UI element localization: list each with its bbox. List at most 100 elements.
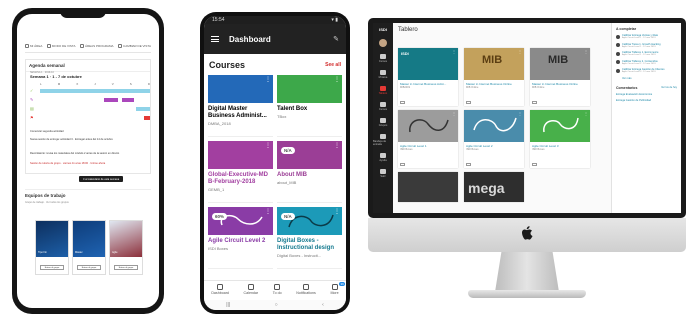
course-card[interactable]: ⋮ Talent Box TBox (277, 75, 342, 137)
course-tile[interactable]: MIB ⋮ Master in Internet Business Online … (464, 48, 524, 106)
course-tile[interactable] (398, 172, 458, 202)
announcement-icon[interactable] (466, 163, 471, 166)
sidebar-label: Salir (380, 175, 386, 178)
more-vert-icon[interactable]: ⋮ (452, 111, 456, 116)
course-image: N/A ⋮ (277, 207, 342, 235)
more-vert-icon[interactable]: ⋮ (265, 77, 271, 83)
event-bar[interactable] (136, 107, 150, 111)
course-card[interactable]: ⋮ Digital Master Business Administ... DM… (208, 75, 273, 137)
announcement-icon[interactable] (532, 163, 537, 166)
announcement-icon[interactable] (532, 101, 537, 104)
course-image: MIB ⋮ (464, 48, 524, 80)
join-group-button[interactable]: Entrar al grupo (114, 265, 138, 270)
more-vert-icon[interactable]: ⋮ (584, 49, 588, 54)
course-tile[interactable]: ⋮ Agile Circuit Level 3 ISDI Boxes (530, 110, 590, 168)
tab-view-mode[interactable]: MODO DE VISTA (46, 44, 75, 48)
tab-program-areas[interactable]: ÁREAS PROGRAMA (80, 44, 114, 48)
nav-notifications[interactable]: Notifications (296, 281, 316, 300)
course-tile[interactable]: ISDI ⋮ Master in Internet Business Admi..… (398, 48, 458, 106)
todo-item[interactable]: Calificar Tarea 1. Growth Hacking Agile C… (616, 43, 677, 49)
sidebar-item-groups[interactable]: Grupos (379, 118, 387, 127)
sidebar-item-inbox[interactable]: Bandeja de entrada (373, 134, 393, 146)
more-vert-icon[interactable]: ⋮ (584, 111, 588, 116)
sidebar-label: Cursos (378, 60, 388, 63)
announcement-icon[interactable] (400, 101, 405, 104)
course-card[interactable]: N/A ⋮ About MIB about_MIB (277, 141, 342, 203)
join-group-button[interactable]: Entrar al grupo (77, 265, 101, 270)
system-nav-bar: ||| ○ ‹ (204, 300, 346, 310)
tile-tag: ISDI (401, 51, 409, 56)
view-icon (46, 44, 51, 48)
course-card[interactable]: ⋮ Global-Executive-MD B-February-2018 GE… (208, 141, 273, 203)
see-more-link[interactable]: Ver más (622, 77, 677, 80)
more-vert-icon[interactable]: ⋮ (265, 209, 271, 215)
course-tile[interactable]: mega (464, 172, 524, 202)
back-button[interactable]: ‹ (322, 302, 324, 308)
nav-calendar[interactable]: Calendar (244, 281, 258, 300)
sidebar-item-courses-2[interactable]: Cursos (379, 102, 387, 111)
event-bar[interactable] (144, 116, 150, 120)
sidebar-item-logout[interactable]: Salir (380, 169, 386, 178)
avatar[interactable] (379, 39, 387, 47)
sidebar-item-courses[interactable]: Cursos (379, 54, 387, 63)
edit-icon[interactable]: ✎ (333, 35, 339, 43)
more-vert-icon[interactable]: ⋮ (265, 143, 271, 149)
tab-my-area[interactable]: MI ÁREA (25, 44, 42, 48)
isdi-logo[interactable]: ISDI (379, 27, 387, 32)
course-code: DMBA_2018 (208, 121, 231, 126)
monitor-stand-base (468, 290, 586, 298)
sidebar-item-help[interactable]: Ayuda (379, 153, 387, 162)
announcement-icon[interactable] (400, 163, 405, 166)
home-button[interactable]: ○ (275, 302, 278, 308)
recent-item[interactable]: Entrega Evaluación Económica (616, 93, 677, 96)
course-card[interactable]: 60% ⋮ Agile Circuit Level 2 ISDI Boxes (208, 207, 273, 269)
see-all-link[interactable]: See all (325, 62, 341, 68)
more-vert-icon[interactable]: ⋮ (518, 111, 522, 116)
event-bar[interactable] (122, 98, 134, 102)
recent-item[interactable]: Entrega Gestión de Publicidad (616, 99, 677, 102)
todo-item[interactable]: Calificar Talleres 1. Ecommerce Agile Cir… (616, 51, 677, 57)
todo-panel: A completar Calificar Entrega Ventas y R… (611, 23, 681, 213)
bottom-nav: Dashboard Calendar To do Notifications M… (204, 280, 346, 300)
course-tile[interactable]: ⋮ Agile Circuit Level 2 ISDI Boxes (464, 110, 524, 168)
todo-item[interactable]: Calificar Talleres 2. Contenidos Agile Ci… (616, 60, 677, 66)
sidebar-item-dashboard[interactable]: Tablero (379, 86, 387, 95)
hamburger-menu-icon[interactable] (211, 36, 219, 42)
nav-dashboard[interactable]: Dashboard (211, 281, 229, 300)
more-vert-icon[interactable]: ⋮ (334, 143, 340, 149)
course-tile[interactable]: ⋮ Agile Circuit Level 1 ISDI Boxes (398, 110, 458, 168)
event-bar[interactable] (40, 89, 150, 93)
more-vert-icon[interactable]: ⋮ (334, 209, 340, 215)
more-vert-icon[interactable]: ⋮ (452, 49, 456, 54)
nav-todo[interactable]: To do (273, 281, 282, 300)
course-card[interactable]: N/A ⋮ Digital Boxes - Instructional desig… (277, 207, 342, 269)
tile-sub: ISDI Boxes (400, 147, 413, 151)
todo-item[interactable]: Calificar Entrega Ventas y Rate Agile Cir… (616, 34, 677, 40)
event-note[interactable]: Sesión de tutoría de grupo · viernes 11 … (30, 162, 148, 165)
courses-header: Courses See all (204, 54, 346, 75)
todo-item-date: Agile Circuit Level 3 · 12 mar 2019 (622, 71, 656, 74)
group-card[interactable]: Tipo Fin Entrar al grupo (35, 220, 69, 275)
recents-button[interactable]: ||| (226, 302, 230, 308)
todo-item[interactable]: Calificar Entrega Gestión de Clientes Agi… (616, 68, 677, 74)
more-vert-icon[interactable]: ⋮ (518, 49, 522, 54)
event-bar[interactable] (104, 98, 118, 102)
pencil-icon: ✎ (30, 97, 34, 102)
recent-link[interactable]: Ver los de hoy (661, 86, 677, 90)
inbox-icon (380, 134, 386, 139)
announcement-icon[interactable] (466, 101, 471, 104)
group-card[interactable]: Agile Entrar al grupo (109, 220, 143, 275)
course-image: ⋮ (398, 110, 458, 142)
sidebar-item-my-area[interactable]: Mi área (379, 70, 387, 79)
more-vert-icon[interactable]: ⋮ (334, 77, 340, 83)
group-card[interactable]: Máster Entrar al grupo (72, 220, 106, 275)
course-tile[interactable]: MIB ⋮ Master in Internet Business Online … (530, 48, 590, 106)
tile-tag: mega (468, 180, 505, 196)
status-icons: ▾ ▮ (331, 17, 338, 23)
apple-logo-icon (522, 226, 533, 240)
groups-subtitle[interactable]: Grupo de trabajo · Ver todos los grupos (25, 201, 151, 204)
join-group-button[interactable]: Entrar al grupo (40, 265, 64, 270)
nav-more[interactable]: More 36 (330, 281, 345, 300)
tab-change-view[interactable]: CAMBIAR DE VISTA (118, 44, 151, 48)
view-week-button[interactable]: Ir al calendario de esta semana (79, 176, 124, 182)
